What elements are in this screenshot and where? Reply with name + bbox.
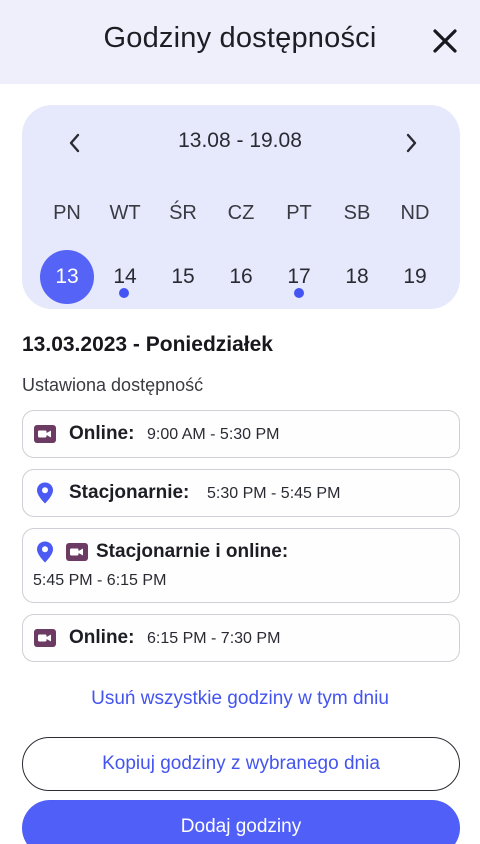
video-icon bbox=[66, 543, 88, 561]
slot-type: Stacjonarnie: bbox=[69, 482, 190, 503]
availability-slot[interactable]: Online: 6:15 PM - 7:30 PM bbox=[22, 614, 460, 662]
availability-slot[interactable]: Online: 9:00 AM - 5:30 PM bbox=[22, 410, 460, 458]
availability-dot bbox=[294, 288, 304, 298]
video-icon bbox=[34, 629, 56, 647]
copy-hours-button[interactable]: Kopiuj godziny z wybranego dnia bbox=[22, 737, 460, 791]
selected-date-heading: 13.03.2023 - Poniedziałek bbox=[22, 333, 273, 356]
chevron-right-icon bbox=[406, 133, 417, 153]
slot-type: Online: bbox=[69, 627, 135, 648]
availability-slot[interactable]: Stacjonarnie i online: 5:45 PM - 6:15 PM bbox=[22, 528, 460, 603]
calendar-day[interactable]: 15 bbox=[156, 250, 210, 304]
availability-dot bbox=[119, 288, 129, 298]
close-icon bbox=[433, 29, 457, 53]
next-week-button[interactable] bbox=[399, 126, 423, 160]
video-icon bbox=[34, 425, 56, 443]
weekday-label: SB bbox=[343, 202, 371, 224]
location-pin-icon bbox=[37, 482, 53, 504]
slot-time: 6:15 PM - 7:30 PM bbox=[147, 630, 281, 647]
weekday-label: CZ bbox=[227, 202, 255, 224]
slot-time: 5:45 PM - 6:15 PM bbox=[33, 572, 167, 589]
slot-type: Stacjonarnie i online: bbox=[96, 541, 289, 562]
weekday-label: WT bbox=[109, 202, 141, 224]
weekday-label: PN bbox=[53, 202, 81, 224]
calendar-day-selected[interactable]: 13 bbox=[40, 250, 94, 304]
add-hours-button[interactable]: Dodaj godziny bbox=[22, 800, 460, 844]
location-pin-icon bbox=[37, 541, 53, 563]
calendar-day[interactable]: 19 bbox=[388, 250, 442, 304]
calendar-day[interactable]: 16 bbox=[214, 250, 268, 304]
close-button[interactable] bbox=[428, 24, 462, 58]
availability-slot[interactable]: Stacjonarnie: 5:30 PM - 5:45 PM bbox=[22, 469, 460, 517]
slot-type: Online: bbox=[69, 423, 135, 444]
slot-time: 9:00 AM - 5:30 PM bbox=[147, 426, 280, 443]
delete-all-hours-link[interactable]: Usuń wszystkie godziny w tym dniu bbox=[0, 688, 480, 710]
weekday-label: ŚR bbox=[169, 202, 197, 224]
slot-time: 5:30 PM - 5:45 PM bbox=[207, 485, 341, 502]
weekday-label: PT bbox=[286, 202, 312, 224]
weekday-label: ND bbox=[400, 202, 430, 224]
availability-section-label: Ustawiona dostępność bbox=[22, 375, 204, 395]
page-title: Godziny dostępności bbox=[103, 22, 377, 54]
calendar-day[interactable]: 18 bbox=[330, 250, 384, 304]
